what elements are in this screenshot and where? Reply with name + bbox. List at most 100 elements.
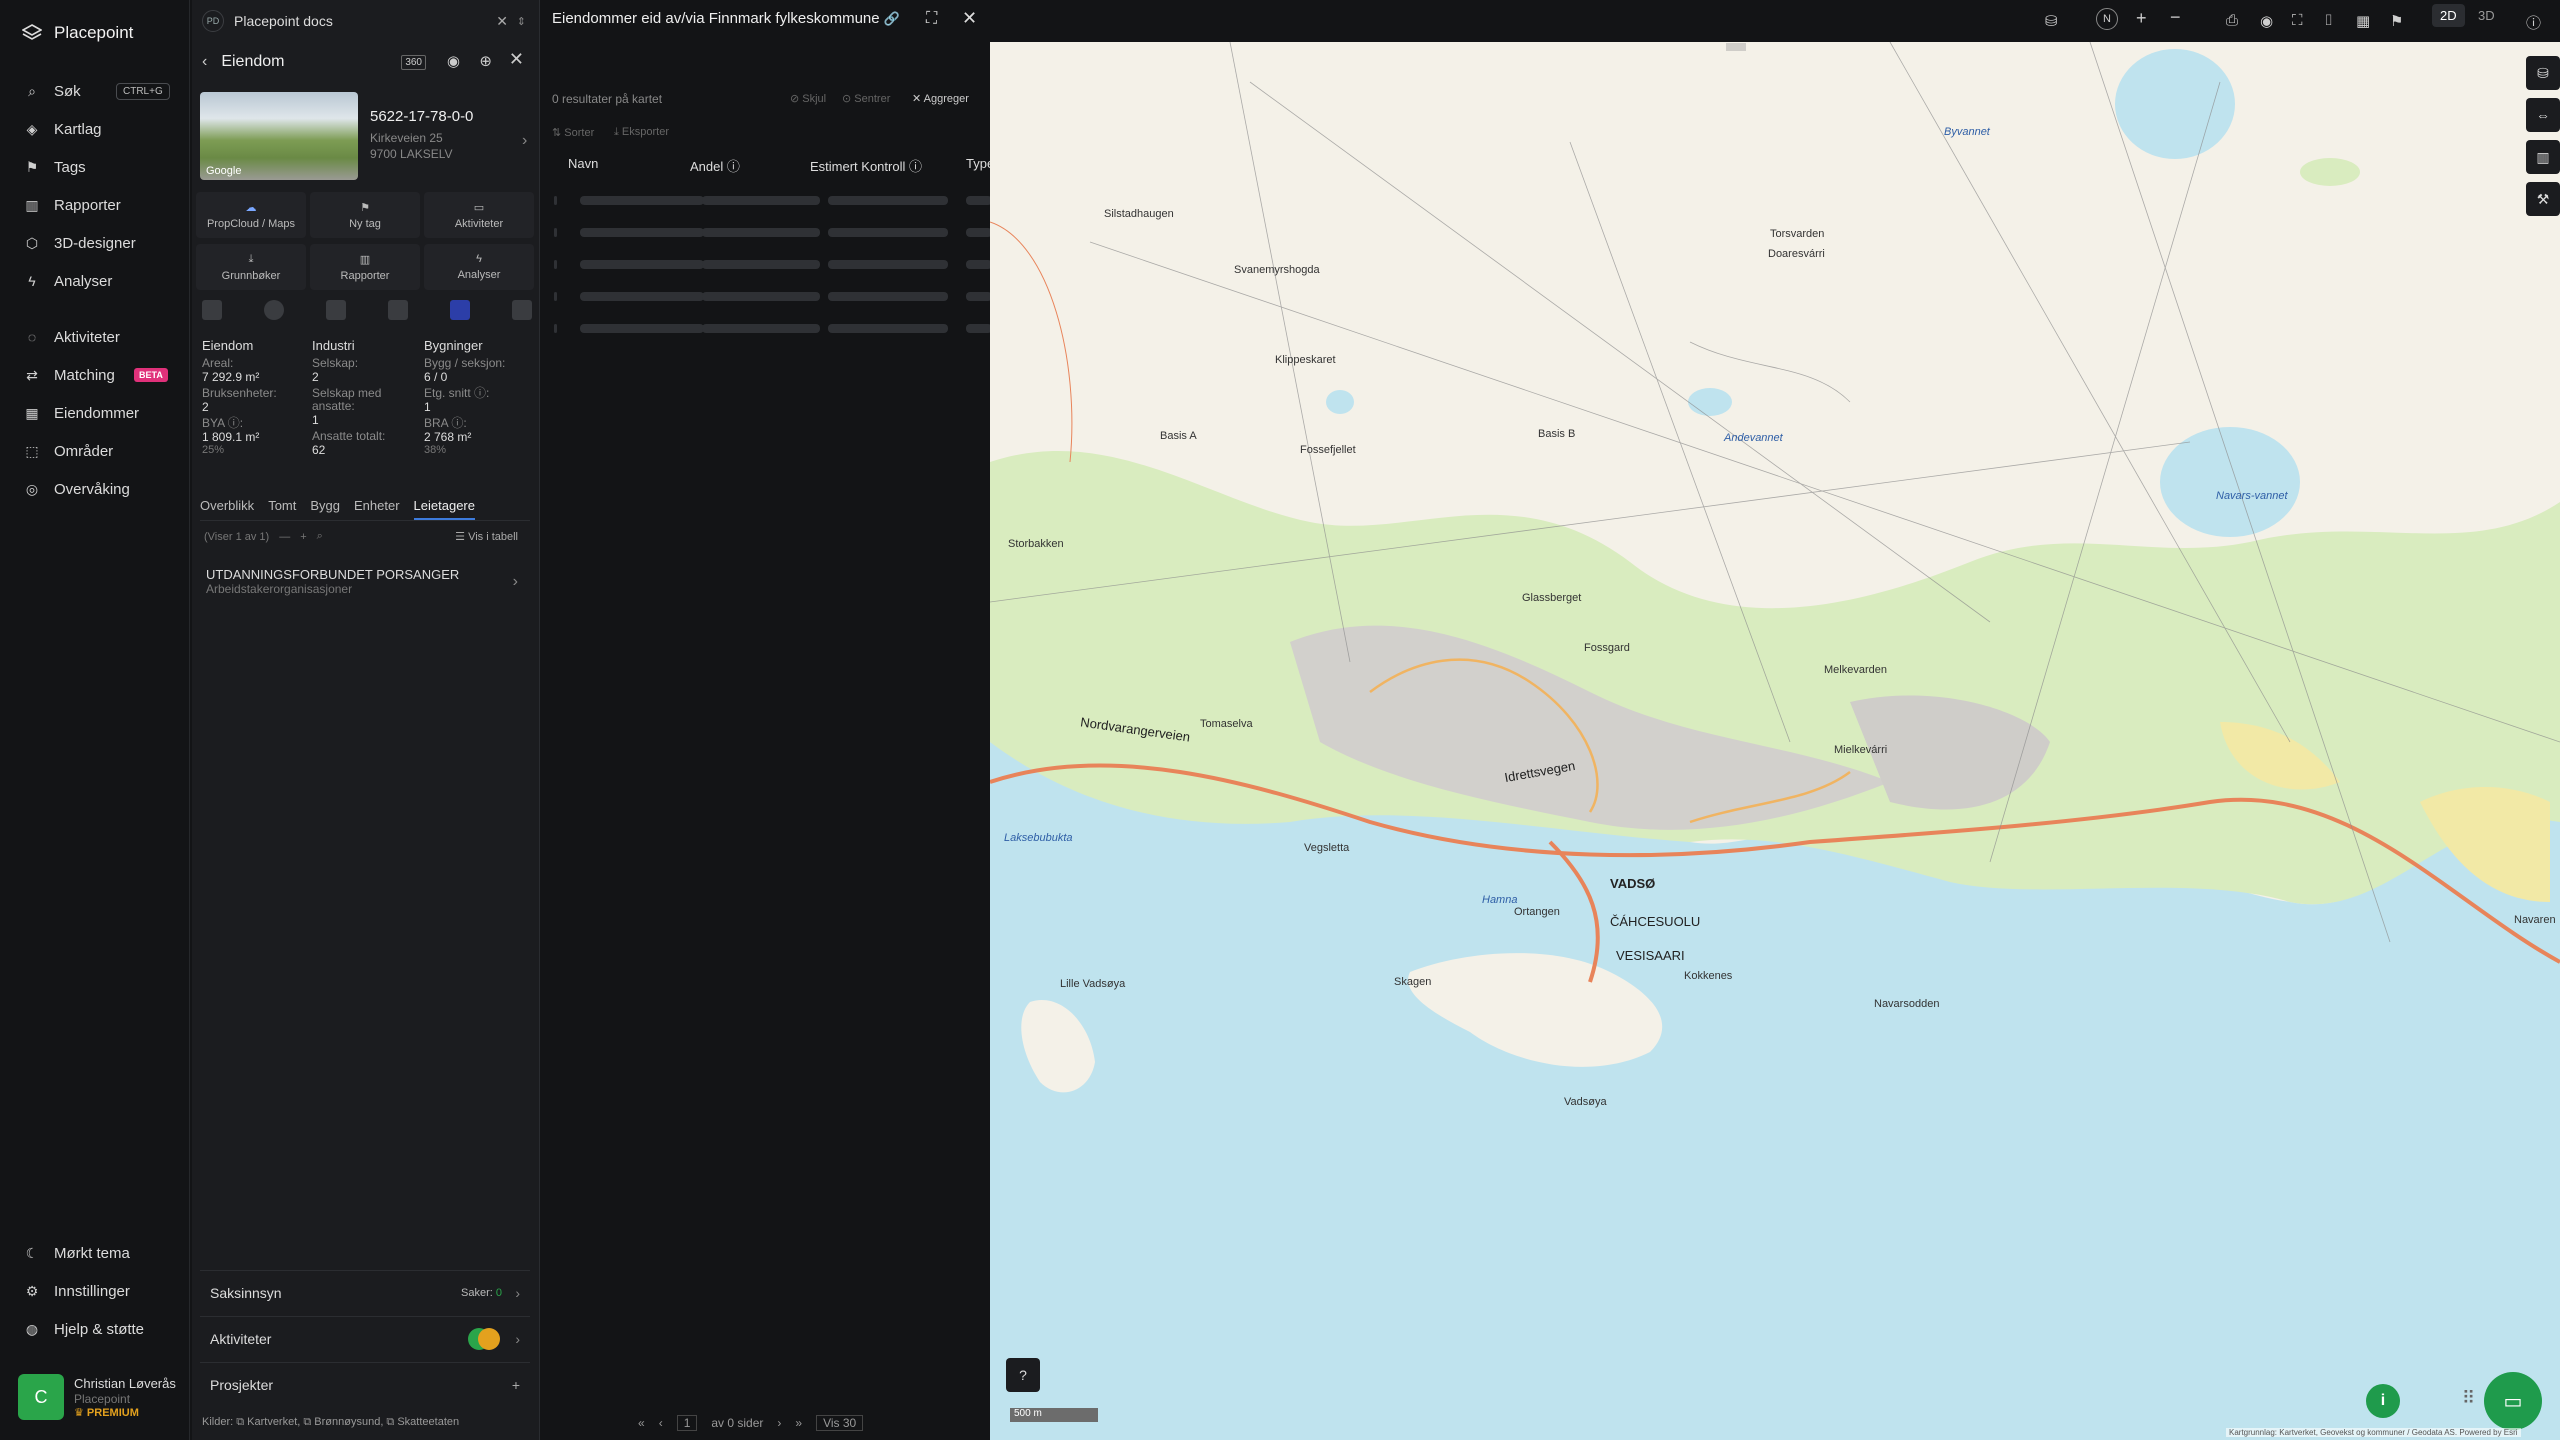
tenant-list-item[interactable]: UTDANNINGSFORBUNDET PORSANGER Arbeidstak… bbox=[206, 567, 526, 596]
print-icon[interactable]: ⎙ bbox=[2226, 12, 2238, 29]
close-table-icon[interactable]: ✕ bbox=[962, 8, 977, 29]
street-view-thumbnail[interactable]: Google bbox=[200, 92, 358, 180]
layers-control-icon[interactable]: ⛁ bbox=[2526, 56, 2560, 90]
aggregate-button[interactable]: ✕ Aggreger bbox=[912, 92, 969, 105]
first-page-icon[interactable]: « bbox=[638, 1416, 645, 1430]
nav-item-analyser[interactable]: ϟ Analyser bbox=[0, 262, 190, 300]
show-table-button[interactable]: ☰ Vis i tabell bbox=[455, 530, 518, 543]
next-page-icon[interactable]: › bbox=[777, 1416, 781, 1430]
tab-overblikk[interactable]: Overblikk bbox=[200, 498, 254, 520]
reports-button[interactable]: ▥ Rapporter bbox=[310, 244, 420, 290]
tek-icon[interactable] bbox=[450, 300, 470, 320]
tab-bygg[interactable]: Bygg bbox=[310, 498, 340, 520]
source-icon-2[interactable] bbox=[264, 300, 284, 320]
view-3d-button[interactable]: 3D bbox=[2478, 8, 2495, 23]
source-icon-1[interactable] bbox=[202, 300, 222, 320]
skeleton-cell bbox=[702, 324, 820, 333]
sort-button[interactable]: ⇅ Sorter bbox=[552, 126, 594, 139]
chevron-updown-icon[interactable]: ⇕ bbox=[517, 15, 526, 28]
nav-item-kartlag[interactable]: ◈ Kartlag bbox=[0, 110, 190, 148]
source-icon-4[interactable] bbox=[388, 300, 408, 320]
view-2d-button[interactable]: 2D bbox=[2432, 4, 2465, 27]
close-icon[interactable]: ✕ bbox=[496, 13, 508, 30]
chevron-right-icon[interactable]: › bbox=[522, 132, 527, 150]
nav-item-settings[interactable]: ⚙ Innstillinger bbox=[0, 1272, 190, 1310]
stat-label: BRA ⓘ: bbox=[424, 416, 467, 430]
app-logo[interactable]: Placepoint bbox=[22, 20, 133, 46]
source-icon-6[interactable] bbox=[512, 300, 532, 320]
add-icon[interactable]: + bbox=[512, 1377, 520, 1393]
action-label: Rapporter bbox=[340, 269, 390, 282]
activities-button[interactable]: ▭ Aktiviteter bbox=[424, 192, 534, 238]
search-icon[interactable]: ⌕ bbox=[317, 530, 323, 543]
page-size-select[interactable]: Vis 30 bbox=[816, 1415, 864, 1431]
export-button[interactable]: ⤓ Eksporter bbox=[614, 126, 669, 139]
hide-button[interactable]: ⊘ Skjul bbox=[790, 92, 826, 105]
back-arrow-icon[interactable]: ‹ bbox=[202, 53, 207, 71]
skeleton-cell bbox=[966, 260, 992, 269]
grid-icon[interactable]: ▦ bbox=[2356, 12, 2370, 30]
tab-leietagere[interactable]: Leietagere bbox=[413, 498, 475, 520]
nav-item-help[interactable]: ◍ Hjelp & støtte bbox=[0, 1310, 190, 1348]
tools-icon[interactable]: ⚒ bbox=[2526, 182, 2560, 216]
nav-item-matching[interactable]: ⇄ Matching BETA bbox=[0, 356, 190, 394]
eye-icon[interactable]: ◉ bbox=[2260, 12, 2273, 30]
nav-item-rapporter[interactable]: ▥ Rapporter bbox=[0, 186, 190, 224]
close-panel-icon[interactable]: ✕ bbox=[509, 49, 524, 70]
help-icon[interactable]: ? bbox=[1006, 1358, 1040, 1392]
download-icon: ⤓ bbox=[248, 252, 254, 265]
zoom-out-icon[interactable]: − bbox=[2170, 7, 2181, 28]
chevron-right-icon: › bbox=[512, 573, 518, 590]
prev-page-icon[interactable]: ‹ bbox=[659, 1416, 663, 1430]
analyze-button[interactable]: ϟ Analyser bbox=[424, 244, 534, 290]
nav-item-tags[interactable]: ⚑ Tags bbox=[0, 148, 190, 186]
fullscreen-icon[interactable]: ⛶ bbox=[2292, 12, 2303, 29]
aktiviteter-section[interactable]: Aktiviteter › bbox=[200, 1316, 530, 1360]
collapse-icon[interactable]: — bbox=[279, 531, 290, 543]
compass-icon[interactable]: N bbox=[2096, 8, 2118, 30]
last-page-icon[interactable]: » bbox=[795, 1416, 802, 1430]
page-input[interactable]: 1 bbox=[676, 1415, 698, 1431]
prosjekter-section[interactable]: Prosjekter + bbox=[200, 1362, 530, 1406]
chat-button[interactable]: ▭ bbox=[2484, 1372, 2542, 1430]
add-icon[interactable]: + bbox=[300, 531, 306, 543]
tab-enheter[interactable]: Enheter bbox=[354, 498, 400, 520]
nav-item-eiendommer[interactable]: ▦ Eiendommer bbox=[0, 394, 190, 432]
add-circle-icon[interactable]: ⊕ bbox=[479, 52, 492, 70]
user-profile[interactable]: C Christian Løverås Placepoint ♛ PREMIUM bbox=[18, 1372, 178, 1422]
info-button[interactable]: i bbox=[2366, 1384, 2400, 1418]
tab-tomt[interactable]: Tomt bbox=[268, 498, 296, 520]
col-header-kontroll[interactable]: Estimert Kontroll ⓘ bbox=[810, 156, 922, 175]
new-tag-button[interactable]: ⚑ Ny tag bbox=[310, 192, 420, 238]
source-icon-3[interactable] bbox=[326, 300, 346, 320]
expand-icon[interactable]: ⛶ bbox=[926, 10, 937, 28]
col-header-navn[interactable]: Navn bbox=[568, 156, 598, 171]
layers-stack-icon[interactable]: ⛁ bbox=[2045, 12, 2058, 30]
nav-item-omrader[interactable]: ⬚ Områder bbox=[0, 432, 190, 470]
col-header-andel[interactable]: Andel ⓘ bbox=[690, 156, 740, 175]
nav-item-overvaking[interactable]: ◎ Overvåking bbox=[0, 470, 190, 508]
workspace-tab[interactable]: PD Placepoint docs ✕ ⇕ bbox=[202, 6, 530, 36]
nav-item-sok[interactable]: ⌕ Søk CTRL+G bbox=[0, 72, 190, 110]
eye-icon[interactable]: ◉ bbox=[447, 52, 460, 70]
link-icon[interactable]: 🔗 bbox=[884, 11, 900, 26]
drag-handle-icon[interactable]: ⠿ bbox=[2462, 1388, 2475, 1409]
saksinnsyn-section[interactable]: Saksinnsyn Saker: 0 › bbox=[200, 1270, 530, 1314]
layers-logo-icon bbox=[22, 24, 42, 40]
camera-icon[interactable]: ⌷ bbox=[2324, 12, 2333, 29]
map-canvas[interactable]: Silstadhaugen Svanemyrshogda Klippeskare… bbox=[990, 42, 2560, 1440]
chart-icon[interactable]: ▥ bbox=[2526, 140, 2560, 174]
map-label: Storbakken bbox=[1008, 538, 1064, 550]
center-button[interactable]: ⊙ Sentrer bbox=[842, 92, 890, 105]
street-view-icon[interactable]: 360 bbox=[401, 55, 426, 70]
grunnboker-button[interactable]: ⤓ Grunnbøker bbox=[196, 244, 306, 290]
nav-item-dark-theme[interactable]: ☾ Mørkt tema bbox=[0, 1234, 190, 1272]
nav-item-3d-designer[interactable]: ⬡ 3D-designer bbox=[0, 224, 190, 262]
zoom-in-icon[interactable]: + bbox=[2136, 8, 2147, 29]
stat-value: 2 bbox=[312, 370, 319, 384]
measure-icon[interactable]: ⇔ bbox=[2526, 98, 2560, 132]
info-icon[interactable]: ⓘ bbox=[2526, 12, 2541, 33]
nav-item-aktiviteter[interactable]: ◌ Aktiviteter bbox=[0, 318, 190, 356]
bookmark-icon[interactable]: ⚑ bbox=[2390, 12, 2403, 30]
propcloud-button[interactable]: ☁ PropCloud / Maps bbox=[196, 192, 306, 238]
